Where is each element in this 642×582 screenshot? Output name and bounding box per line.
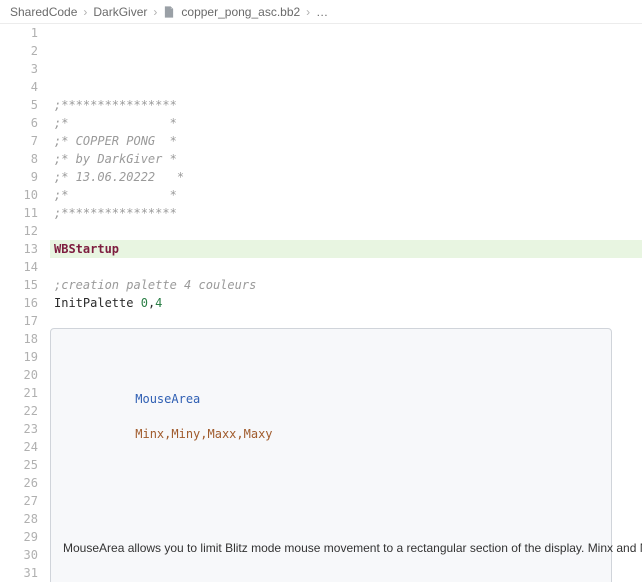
line-number: 3 — [0, 60, 38, 78]
documentation-hover[interactable]: MouseArea Minx,Miny,Maxx,Maxy MouseArea … — [50, 328, 612, 582]
line-gutter: 1234567891011121314151617181920212223242… — [0, 24, 50, 582]
code-line[interactable]: InitPalette 0,4 — [54, 294, 642, 312]
line-number: 11 — [0, 204, 38, 222]
line-number: 28 — [0, 510, 38, 528]
line-number: 20 — [0, 366, 38, 384]
token-cmt: ;* COPPER PONG * — [54, 134, 177, 148]
hover-body: MouseArea allows you to limit Blitz mode… — [63, 506, 599, 582]
line-number: 25 — [0, 456, 38, 474]
line-number: 31 — [0, 564, 38, 582]
code-area[interactable]: MouseArea Minx,Miny,Maxx,Maxy MouseArea … — [50, 24, 642, 582]
line-number: 17 — [0, 312, 38, 330]
token-cmt: ;* * — [54, 188, 177, 202]
line-number: 2 — [0, 42, 38, 60]
token-id: InitPalette — [54, 296, 141, 310]
file-icon — [163, 6, 175, 18]
line-number: 13 — [0, 240, 38, 258]
line-number: 7 — [0, 132, 38, 150]
code-editor[interactable]: 1234567891011121314151617181920212223242… — [0, 24, 642, 582]
token-num: 0 — [141, 296, 148, 310]
code-line[interactable] — [54, 258, 642, 276]
hover-paragraph: MouseArea allows you to limit Blitz mode… — [63, 540, 599, 557]
chevron-right-icon: › — [153, 0, 157, 24]
line-number: 18 — [0, 330, 38, 348]
token-cmt: ;* by DarkGiver * — [54, 152, 177, 166]
token-cmt: ;**************** — [54, 206, 177, 220]
line-number: 16 — [0, 294, 38, 312]
code-line[interactable]: ;* 13.06.20222 * — [54, 168, 642, 186]
breadcrumb-folder[interactable]: DarkGiver — [93, 0, 147, 24]
editor-root: SharedCode › DarkGiver › copper_pong_asc… — [0, 0, 642, 582]
code-line[interactable]: ;* by DarkGiver * — [54, 150, 642, 168]
line-number: 8 — [0, 150, 38, 168]
line-number: 1 — [0, 24, 38, 42]
line-number: 26 — [0, 474, 38, 492]
breadcrumb: SharedCode › DarkGiver › copper_pong_asc… — [0, 0, 642, 24]
line-number: 9 — [0, 168, 38, 186]
code-line[interactable] — [54, 222, 642, 240]
line-number: 27 — [0, 492, 38, 510]
line-number: 21 — [0, 384, 38, 402]
code-line[interactable]: ;* COPPER PONG * — [54, 132, 642, 150]
token-num: 4 — [155, 296, 162, 310]
hover-signature: MouseArea Minx,Miny,Maxx,Maxy — [63, 374, 599, 461]
token-cmt: ;* 13.06.20222 * — [54, 170, 184, 184]
line-number: 30 — [0, 546, 38, 564]
code-line[interactable]: ;* * — [54, 186, 642, 204]
line-number: 23 — [0, 420, 38, 438]
hover-fn-args: Minx,Miny,Maxx,Maxy — [135, 427, 272, 441]
line-number: 24 — [0, 438, 38, 456]
line-number: 4 — [0, 78, 38, 96]
line-number: 10 — [0, 186, 38, 204]
code-line[interactable]: ;**************** — [54, 204, 642, 222]
token-cmt: ;* * — [54, 116, 177, 130]
token-kw: WBStartup — [54, 242, 119, 256]
current-line-highlight — [50, 240, 642, 258]
breadcrumb-more[interactable]: … — [316, 0, 328, 24]
token-cmt: ;**************** — [54, 98, 177, 112]
breadcrumb-root[interactable]: SharedCode — [10, 0, 77, 24]
token-cmt: ;creation palette 4 couleurs — [54, 278, 256, 292]
line-number: 12 — [0, 222, 38, 240]
line-number: 29 — [0, 528, 38, 546]
line-number: 5 — [0, 96, 38, 114]
hover-fn-name: MouseArea — [135, 392, 200, 406]
line-number: 19 — [0, 348, 38, 366]
chevron-right-icon: › — [306, 0, 310, 24]
code-line[interactable]: ;* * — [54, 114, 642, 132]
chevron-right-icon: › — [83, 0, 87, 24]
line-number: 6 — [0, 114, 38, 132]
line-number: 22 — [0, 402, 38, 420]
code-line[interactable]: ;creation palette 4 couleurs — [54, 276, 642, 294]
breadcrumb-file[interactable]: copper_pong_asc.bb2 — [181, 0, 300, 24]
line-number: 14 — [0, 258, 38, 276]
line-number: 15 — [0, 276, 38, 294]
code-line[interactable]: ;**************** — [54, 96, 642, 114]
